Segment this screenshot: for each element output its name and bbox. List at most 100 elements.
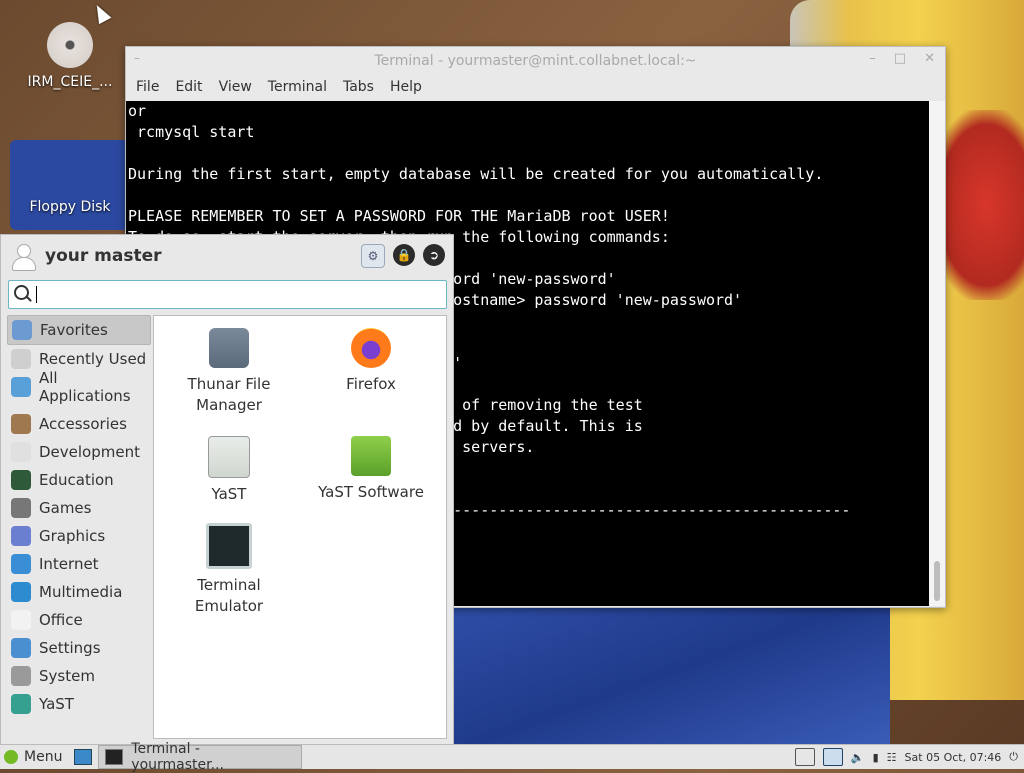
menu-file[interactable]: File [128, 75, 167, 101]
terminal-line: PLEASE REMEMBER TO SET A PASSWORD FOR TH… [128, 207, 670, 225]
category-label: Internet [39, 555, 99, 573]
app-launcher[interactable]: Firefox [301, 328, 441, 395]
terminal-line: or [128, 102, 147, 120]
logout-icon[interactable]: ➲ [423, 244, 445, 266]
development-icon [11, 442, 31, 462]
app-label: Firefox [346, 375, 396, 393]
scrollbar-thumb[interactable] [934, 561, 940, 601]
terminal-scrollbar[interactable] [929, 101, 945, 606]
desktop-icon-disc[interactable]: IRM_CEIE_... [20, 22, 120, 90]
user-name: your master [45, 246, 162, 266]
volume-icon[interactable]: 🔈 [851, 751, 865, 764]
menu-terminal[interactable]: Terminal [260, 75, 335, 101]
category-item[interactable]: All Applications [7, 369, 151, 405]
wallpaper-cloth [450, 600, 890, 745]
app-launcher[interactable]: Terminal Emulator [159, 523, 299, 617]
firefox-icon [351, 328, 391, 368]
user-avatar-icon [9, 242, 37, 271]
app-launcher[interactable]: Thunar File Manager [159, 328, 299, 416]
category-item[interactable]: Games [7, 494, 151, 522]
office-icon [11, 610, 31, 630]
category-label: System [39, 667, 95, 685]
yast-software-icon [351, 436, 391, 476]
terminal-title: Terminal - yourmaster@mint.collabnet.loc… [374, 53, 697, 69]
category-label: YaST [39, 695, 74, 713]
system-tray: 🔈 ▮ ☷ Sat 05 Oct, 07:46 ⏻ [794, 745, 1018, 769]
menu-button[interactable]: Menu [0, 745, 68, 769]
battery-icon[interactable]: ▮ [873, 751, 879, 764]
minimize-icon[interactable]: – [869, 51, 876, 66]
window-menu-icon[interactable]: – [134, 51, 140, 65]
terminal-line: rcmysql start [128, 123, 255, 141]
app-label: Thunar File Manager [187, 375, 271, 414]
terminal-line: During the first start, empty database w… [128, 165, 824, 183]
desktop-icon-floppy[interactable]: Floppy Disk [20, 199, 120, 215]
search-input[interactable] [8, 280, 447, 309]
mouse-cursor [90, 1, 112, 25]
cd-icon [47, 22, 93, 68]
desktop-icon-label: IRM_CEIE_... [27, 74, 113, 90]
app-launcher[interactable]: YaST Software [301, 436, 441, 503]
menu-button-label: Menu [24, 749, 63, 765]
show-desktop-icon[interactable] [74, 749, 93, 765]
wallpaper-shape [10, 140, 130, 230]
category-list: Favorites Recently Used All Applications Ac… [7, 315, 151, 718]
internet-icon [11, 554, 31, 574]
category-item[interactable]: Favorites [7, 315, 151, 345]
terminal-small-icon [105, 749, 124, 765]
category-label: Education [39, 471, 114, 489]
education-icon [11, 470, 31, 490]
menu-header: your master ⚙ 🔒 ➲ [1, 235, 453, 277]
category-label: Games [39, 499, 92, 517]
category-label: Graphics [39, 527, 106, 545]
category-label: Settings [39, 639, 101, 657]
category-item[interactable]: YaST [7, 690, 151, 718]
app-label: Terminal Emulator [194, 576, 264, 615]
category-item[interactable]: Multimedia [7, 578, 151, 606]
network-icon[interactable]: ☷ [887, 751, 897, 764]
graphics-icon [11, 526, 31, 546]
multimedia-icon [11, 582, 31, 602]
favorites-icon [12, 320, 32, 340]
yast-app-icon [208, 436, 250, 478]
category-item[interactable]: Graphics [7, 522, 151, 550]
terminal-tray-icon[interactable] [822, 748, 843, 766]
menu-view[interactable]: View [211, 75, 260, 101]
menu-edit[interactable]: Edit [167, 75, 210, 101]
app-label: YaST Software [318, 483, 424, 501]
category-label: Favorites [40, 321, 108, 339]
category-label: Accessories [39, 415, 127, 433]
category-item[interactable]: Office [7, 606, 151, 634]
category-label: Development [39, 443, 140, 461]
category-item[interactable]: System [7, 662, 151, 690]
maximize-icon[interactable]: □ [894, 51, 906, 66]
recent-icon [11, 349, 31, 369]
taskbar-item-terminal[interactable]: Terminal - yourmaster... [98, 741, 303, 773]
app-launcher[interactable]: YaST [159, 436, 299, 505]
category-label: Office [39, 611, 83, 629]
all-apps-icon [11, 377, 31, 397]
menu-help[interactable]: Help [382, 75, 430, 101]
application-menu: your master ⚙ 🔒 ➲ Favorites Recently Used… [0, 234, 454, 746]
lock-screen-icon[interactable]: 🔒 [393, 244, 415, 266]
category-item[interactable]: Accessories [7, 410, 151, 438]
terminal-titlebar[interactable]: – Terminal - yourmaster@mint.collabnet.l… [126, 47, 945, 75]
category-label: Recently Used [39, 350, 147, 368]
category-item[interactable]: Internet [7, 550, 151, 578]
desktop-icon-label: Floppy Disk [29, 199, 111, 215]
category-item[interactable]: Settings [7, 634, 151, 662]
close-icon[interactable]: ✕ [924, 51, 935, 66]
menu-tabs[interactable]: Tabs [335, 75, 382, 101]
system-icon [11, 666, 31, 686]
settings-manager-icon[interactable]: ⚙ [361, 244, 385, 268]
category-label: Multimedia [39, 583, 123, 601]
settings-icon [11, 638, 31, 658]
category-item[interactable]: Education [7, 466, 151, 494]
category-item[interactable]: Development [7, 438, 151, 466]
power-icon[interactable]: ⏻ [1009, 750, 1018, 764]
taskbar-item-label: Terminal - yourmaster... [131, 741, 224, 773]
clock[interactable]: Sat 05 Oct, 07:46 [905, 751, 1002, 764]
workspace-switcher-icon[interactable] [794, 748, 815, 766]
